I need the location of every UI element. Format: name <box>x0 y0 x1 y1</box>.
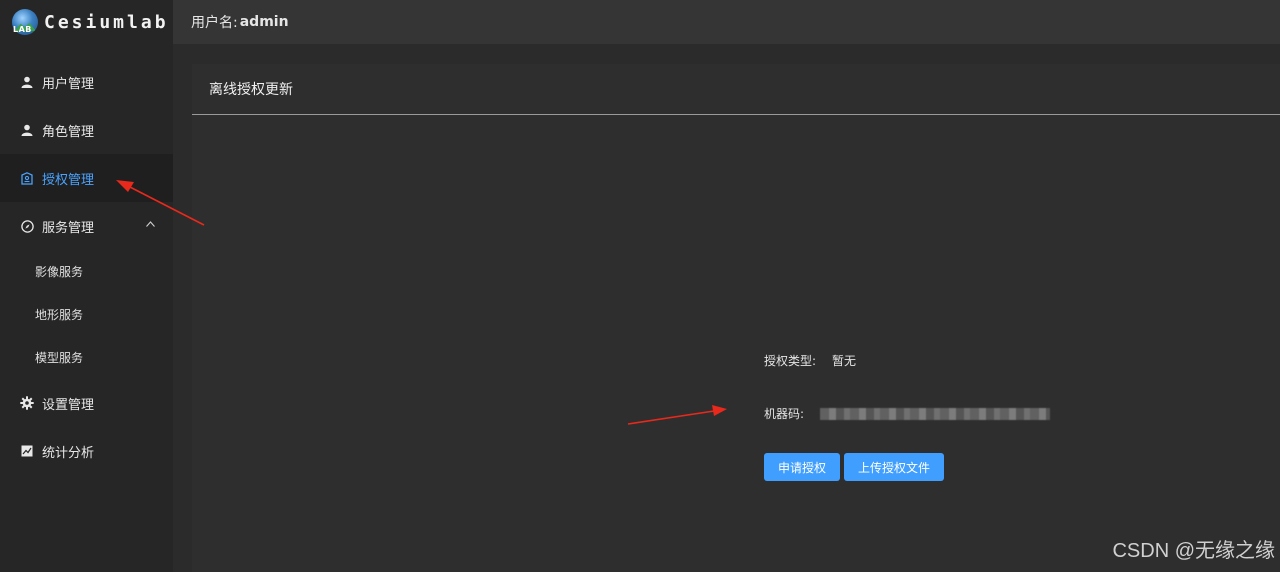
machine-code-label: 机器码: <box>764 407 805 421</box>
username-value: admin <box>239 14 289 30</box>
auth-type-value: 暂无 <box>832 354 857 368</box>
sidebar-item-label: 服务管理 <box>42 220 95 236</box>
sidebar-item-license-management[interactable]: 授权管理 <box>0 154 173 202</box>
sidebar-item-label: 设置管理 <box>42 397 95 413</box>
sidebar-menu: 用户管理 角色管理 授权管理 服务管理 影像服务 地形服务 模型服务 设置管理 … <box>0 58 173 475</box>
sidebar-item-statistics[interactable]: 统计分析 <box>0 427 173 475</box>
auth-type-row: 授权类型: 暂无 <box>764 352 856 369</box>
auth-type-label: 授权类型: <box>764 354 817 368</box>
sidebar-item-label: 用户管理 <box>42 76 95 92</box>
app-logo[interactable]: LAB Cesiumlab <box>0 0 173 44</box>
logo-text: Cesiumlab <box>44 11 169 33</box>
top-header: 用户名: admin <box>173 0 1280 44</box>
sidebar-item-label: 统计分析 <box>42 445 95 461</box>
sidebar-item-label: 授权管理 <box>42 172 95 188</box>
upload-license-file-button[interactable]: 上传授权文件 <box>844 453 944 481</box>
sidebar-item-settings-management[interactable]: 设置管理 <box>0 379 173 427</box>
username-label: 用户名: <box>191 15 238 31</box>
sidebar-item-label: 角色管理 <box>42 124 95 140</box>
badge-icon <box>20 171 34 185</box>
apply-license-button[interactable]: 申请授权 <box>764 453 840 481</box>
machine-code-row: 机器码: <box>764 405 1051 422</box>
logo-lab-text: LAB <box>13 25 32 34</box>
sidebar-item-user-management[interactable]: 用户管理 <box>0 58 173 106</box>
sidebar: LAB Cesiumlab 用户管理 角色管理 授权管理 服务管理 影像服务 地… <box>0 0 173 572</box>
sidebar-item-role-management[interactable]: 角色管理 <box>0 106 173 154</box>
compass-icon <box>20 219 34 233</box>
submenu-item-model-service[interactable]: 模型服务 <box>0 336 173 379</box>
submenu-item-imagery-service[interactable]: 影像服务 <box>0 250 173 293</box>
watermark: CSDN @无缘之缘 <box>1112 540 1275 562</box>
gear-icon <box>20 396 34 410</box>
chart-icon <box>20 444 34 458</box>
panel-title: 离线授权更新 <box>192 64 1280 115</box>
machine-code-value-blurred <box>820 407 1051 420</box>
sidebar-item-service-management[interactable]: 服务管理 <box>0 202 173 250</box>
user-icon <box>20 123 34 137</box>
submenu-item-terrain-service[interactable]: 地形服务 <box>0 293 173 336</box>
license-panel: 离线授权更新 授权类型: 暂无 机器码: 申请授权 上传授权文件 <box>192 64 1280 572</box>
user-icon <box>20 75 34 89</box>
chevron-up-icon[interactable] <box>146 219 155 230</box>
